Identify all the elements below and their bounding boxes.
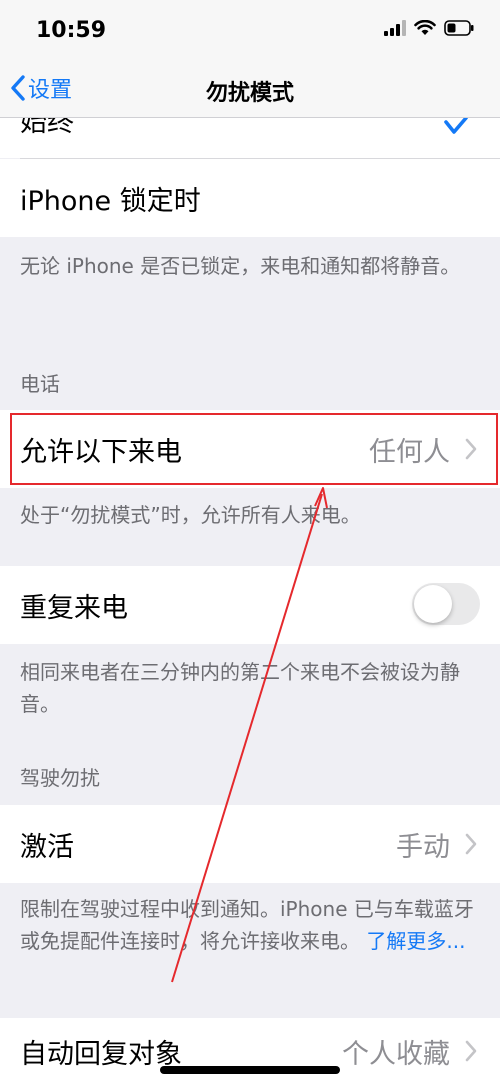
battery-icon xyxy=(444,20,474,36)
row-allow-calls-label: 允许以下来电 xyxy=(20,436,182,468)
toggle-knob xyxy=(414,585,452,623)
status-time: 10:59 xyxy=(36,18,107,43)
row-iphone-locked[interactable]: iPhone 锁定时 xyxy=(0,159,500,237)
wifi-icon xyxy=(414,20,436,35)
driving-footer-note: 限制在驾驶过程中收到通知。iPhone 已与车载蓝牙或免提配件连接时，将允许接收… xyxy=(20,893,480,957)
learn-more-link[interactable]: 了解更多... xyxy=(366,929,465,953)
row-activate[interactable]: 激活 手动 xyxy=(0,805,500,883)
section-header-driving: 驾驶勿扰 xyxy=(20,766,100,790)
locked-footer-note: 无论 iPhone 是否已锁定，来电和通知都将静音。 xyxy=(20,254,461,278)
page-title: 勿扰模式 xyxy=(205,81,294,106)
row-activate-label: 激活 xyxy=(20,831,74,863)
status-bar: 10:59 xyxy=(0,0,500,60)
row-auto-reply-label: 自动回复对象 xyxy=(20,1038,182,1070)
cellular-signal-icon xyxy=(384,20,406,36)
chevron-right-icon xyxy=(465,438,477,460)
chevron-right-icon xyxy=(465,833,477,855)
row-iphone-locked-label: iPhone 锁定时 xyxy=(20,185,201,217)
row-allow-calls-from[interactable]: 允许以下来电 任何人 xyxy=(0,410,500,488)
status-icons xyxy=(384,20,474,36)
navigation-bar: 设置 勿扰模式 xyxy=(0,60,500,118)
row-always[interactable]: 始终 xyxy=(0,118,500,158)
row-auto-reply-to[interactable]: 自动回复对象 个人收藏 xyxy=(0,1018,500,1084)
row-repeated-calls-label: 重复来电 xyxy=(20,592,128,624)
row-activate-value: 手动 xyxy=(396,831,450,863)
section-header-phone: 电话 xyxy=(20,372,60,396)
repeat-footer-note: 相同来电者在三分钟内的第二个来电不会被设为静音。 xyxy=(20,660,460,716)
row-auto-reply-value: 个人收藏 xyxy=(342,1038,450,1070)
row-always-label: 始终 xyxy=(20,118,74,138)
repeated-calls-toggle[interactable] xyxy=(412,583,480,625)
chevron-right-icon xyxy=(465,1040,477,1062)
allow-footer-note: 处于“勿扰模式”时，允许所有人来电。 xyxy=(20,503,361,527)
row-allow-calls-value: 任何人 xyxy=(369,436,450,468)
home-indicator xyxy=(160,1066,340,1074)
row-repeated-calls: 重复来电 xyxy=(0,566,500,644)
checkmark-icon xyxy=(444,118,468,134)
